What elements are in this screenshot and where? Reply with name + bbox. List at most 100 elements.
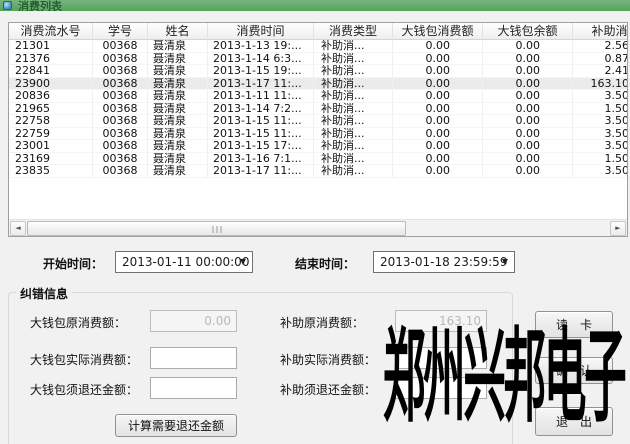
table-cell: 00368: [93, 90, 148, 103]
table-row[interactable]: 2284100368聂清泉2013-1-15 19:...补助消...0.000…: [9, 65, 627, 78]
table-cell: 2013-1-15 19:...: [208, 65, 314, 78]
table-cell: 23835: [9, 165, 93, 178]
table-cell: 00368: [93, 65, 148, 78]
calculate-refund-button[interactable]: 计算需要退还金额: [115, 414, 237, 437]
table-cell: 2013-1-13 19:...: [208, 40, 314, 53]
confirm-button[interactable]: 确 认: [535, 357, 613, 384]
table-cell: 补助消...: [314, 103, 393, 116]
correction-group-label: 纠错信息: [16, 285, 72, 302]
table-cell: 21965: [9, 103, 93, 116]
table-cell: 补助消...: [314, 140, 393, 153]
table-cell: 0.87: [573, 53, 627, 66]
table-cell: 22841: [9, 65, 93, 78]
table-row[interactable]: 2316900368聂清泉2013-1-16 7:1...补助消...0.000…: [9, 153, 627, 166]
table-row[interactable]: 2300100368聂清泉2013-1-15 17:...补助消...0.000…: [9, 140, 627, 153]
scrollbar-thumb[interactable]: [27, 221, 406, 236]
table-cell: 23900: [9, 78, 93, 91]
table-cell: 00368: [93, 40, 148, 53]
subsidy-actual-label: 补助实际消费额：: [280, 351, 376, 368]
table-body: 2130100368聂清泉2013-1-13 19:...补助消...0.000…: [9, 40, 627, 219]
table-cell: 补助消...: [314, 40, 393, 53]
table-cell: 0.00: [483, 65, 573, 78]
wallet-original-label: 大钱包原消费额：: [30, 314, 126, 331]
scrollbar-grip-icon: [212, 226, 221, 233]
table-cell: 补助消...: [314, 65, 393, 78]
table-cell: 0.00: [393, 90, 483, 103]
table-cell: 163.10: [573, 78, 627, 91]
column-header[interactable]: 消费类型: [314, 23, 393, 40]
table-cell: 2.41: [573, 65, 627, 78]
table-row[interactable]: 2390000368聂清泉2013-1-17 11:...补助消...0.000…: [9, 78, 627, 91]
table-cell: 00368: [93, 165, 148, 178]
window-title: 消费列表: [18, 0, 62, 11]
table-cell: 00368: [93, 128, 148, 141]
table-cell: 聂清泉: [148, 140, 208, 153]
table-cell: 聂清泉: [148, 153, 208, 166]
table-cell: 0.00: [483, 165, 573, 178]
column-header[interactable]: 消费时间: [208, 23, 314, 40]
table-row[interactable]: 2275900368聂清泉2013-1-15 11:...补助消...0.000…: [9, 128, 627, 141]
start-time-dropdown[interactable]: 2013-01-11 00:00:00 ▼: [115, 251, 253, 273]
column-header[interactable]: 消费流水号: [9, 23, 93, 40]
column-header[interactable]: 大钱包消费额: [393, 23, 483, 40]
table-cell: 0.00: [483, 115, 573, 128]
subsidy-refund-field[interactable]: [395, 377, 487, 399]
table-cell: 聂清泉: [148, 165, 208, 178]
table-cell: 2013-1-14 6:3...: [208, 53, 314, 66]
subsidy-refund-label: 补助须退还金额：: [280, 381, 376, 398]
table-row[interactable]: 2275800368聂清泉2013-1-15 11:...补助消...0.000…: [9, 115, 627, 128]
table-cell: 补助消...: [314, 78, 393, 91]
column-header[interactable]: 大钱包余额: [483, 23, 573, 40]
table-row[interactable]: 2130100368聂清泉2013-1-13 19:...补助消...0.000…: [9, 40, 627, 53]
table-cell: 聂清泉: [148, 65, 208, 78]
table-cell: 20836: [9, 90, 93, 103]
table-cell: 0.00: [483, 40, 573, 53]
column-header[interactable]: 学号: [93, 23, 148, 40]
table-cell: 0.00: [393, 65, 483, 78]
table-cell: 0.00: [393, 115, 483, 128]
table-cell: 3.50: [573, 90, 627, 103]
column-header[interactable]: 姓名: [148, 23, 208, 40]
wallet-actual-field[interactable]: [150, 347, 237, 369]
table-cell: 0.00: [393, 103, 483, 116]
table-cell: 补助消...: [314, 53, 393, 66]
subsidy-actual-field[interactable]: [395, 347, 487, 369]
table-row[interactable]: 2196500368聂清泉2013-1-14 7:2...补助消...0.000…: [9, 103, 627, 116]
read-card-button[interactable]: 读 卡: [535, 311, 613, 338]
table-cell: 2.56: [573, 40, 627, 53]
table-cell: 补助消...: [314, 153, 393, 166]
table-cell: 补助消...: [314, 115, 393, 128]
table-cell: 0.00: [483, 53, 573, 66]
table-cell: 00368: [93, 153, 148, 166]
start-time-value: 2013-01-11 00:00:00: [122, 255, 249, 269]
table-cell: 2013-1-15 11:...: [208, 115, 314, 128]
scroll-left-arrow-icon[interactable]: ◄: [10, 221, 26, 236]
table-row[interactable]: 2137600368聂清泉2013-1-14 6:3...补助消...0.000…: [9, 53, 627, 66]
table-row[interactable]: 2083600368聂清泉2013-1-11 11:...补助消...0.000…: [9, 90, 627, 103]
table-cell: 2013-1-11 11:...: [208, 90, 314, 103]
table-cell: 补助消...: [314, 128, 393, 141]
table-cell: 0.00: [483, 103, 573, 116]
wallet-actual-label: 大钱包实际消费额：: [30, 351, 138, 368]
table-cell: 0.00: [483, 90, 573, 103]
table-cell: 00368: [93, 103, 148, 116]
table-cell: 22759: [9, 128, 93, 141]
table-cell: 0.00: [483, 128, 573, 141]
table-cell: 0.00: [483, 140, 573, 153]
end-time-dropdown[interactable]: 2013-01-18 23:59:59 ▼: [373, 251, 515, 273]
table-cell: 聂清泉: [148, 90, 208, 103]
subsidy-original-label: 补助原消费额：: [280, 314, 364, 331]
table-cell: 聂清泉: [148, 78, 208, 91]
table-cell: 聂清泉: [148, 53, 208, 66]
table-row[interactable]: 2383500368聂清泉2013-1-17 11:...补助消...0.000…: [9, 165, 627, 178]
table-cell: 0.00: [393, 165, 483, 178]
scroll-right-arrow-icon[interactable]: ►: [610, 221, 626, 236]
exit-button[interactable]: 退 出: [535, 407, 613, 436]
wallet-refund-field[interactable]: [150, 377, 237, 399]
horizontal-scrollbar[interactable]: ◄ ►: [9, 219, 627, 236]
table-cell: 2013-1-16 7:1...: [208, 153, 314, 166]
column-header[interactable]: 补助消费额: [573, 23, 628, 40]
table-cell: 22758: [9, 115, 93, 128]
subsidy-original-field: [395, 310, 487, 332]
table-cell: 3.50: [573, 128, 627, 141]
